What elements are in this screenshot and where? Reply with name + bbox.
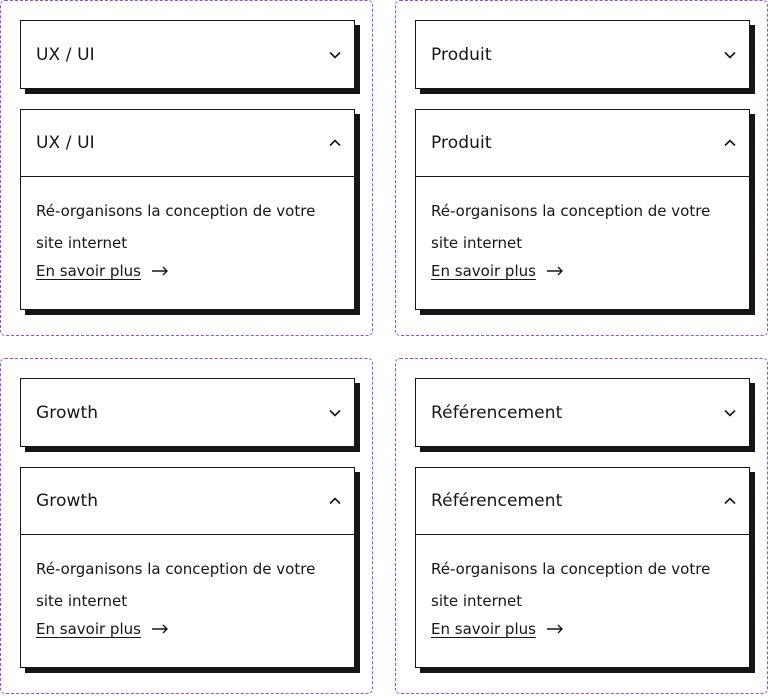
chevron-up-icon <box>329 497 341 505</box>
accordion-variant-group-referencement: Référencement Référencement Ré-organison… <box>395 358 768 694</box>
accordion-closed[interactable]: Référencement <box>415 378 750 447</box>
accordion-closed[interactable]: UX / UI <box>20 20 355 89</box>
accordion-header[interactable]: Produit <box>416 21 749 88</box>
arrow-right-icon <box>151 624 168 634</box>
accordion-header[interactable]: Produit <box>416 110 749 177</box>
accordion-title: Référencement <box>431 402 563 423</box>
chevron-down-icon <box>329 51 341 59</box>
accordion-open: Produit Ré-organisons la conception de v… <box>415 109 750 310</box>
accordion-header[interactable]: Référencement <box>416 379 749 446</box>
accordion-title: Produit <box>431 44 492 65</box>
accordion-header[interactable]: Référencement <box>416 468 749 535</box>
accordion-description: Ré-organisons la conception de votre sit… <box>431 202 711 252</box>
accordion-title: Référencement <box>431 491 563 511</box>
accordion-body: Ré-organisons la conception de votre sit… <box>21 177 354 280</box>
chevron-down-icon <box>724 51 736 59</box>
accordion-body: Ré-organisons la conception de votre sit… <box>416 535 749 638</box>
chevron-up-icon <box>329 139 341 147</box>
chevron-up-icon <box>724 497 736 505</box>
learn-more-label: En savoir plus <box>431 262 536 280</box>
chevron-down-icon <box>329 409 341 417</box>
accordion-header[interactable]: UX / UI <box>21 21 354 88</box>
arrow-right-icon <box>151 266 168 276</box>
arrow-right-icon <box>546 266 563 276</box>
learn-more-label: En savoir plus <box>36 262 141 280</box>
accordion-closed[interactable]: Growth <box>20 378 355 447</box>
accordion-variant-group-growth: Growth Growth Ré-organisons la conceptio… <box>0 358 373 694</box>
chevron-up-icon <box>724 139 736 147</box>
accordion-header[interactable]: Growth <box>21 468 354 535</box>
accordion-description: Ré-organisons la conception de votre sit… <box>431 560 711 610</box>
accordion-title: Produit <box>431 133 492 153</box>
accordion-body: Ré-organisons la conception de votre sit… <box>416 177 749 280</box>
accordion-variant-group-ux-ui: UX / UI UX / UI Ré-organisons la concept… <box>0 0 373 336</box>
accordion-open: Growth Ré-organisons la conception de vo… <box>20 467 355 668</box>
accordion-description: Ré-organisons la conception de votre sit… <box>36 202 316 252</box>
learn-more-link[interactable]: En savoir plus <box>36 262 169 280</box>
accordion-title: Growth <box>36 402 99 423</box>
accordion-open: Référencement Ré-organisons la conceptio… <box>415 467 750 668</box>
accordion-description: Ré-organisons la conception de votre sit… <box>36 560 316 610</box>
accordion-title: UX / UI <box>36 44 95 65</box>
accordion-title: Growth <box>36 491 99 511</box>
accordion-header[interactable]: Growth <box>21 379 354 446</box>
accordion-open: UX / UI Ré-organisons la conception de v… <box>20 109 355 310</box>
accordion-variant-group-produit: Produit Produit Ré-organisons la concept… <box>395 0 768 336</box>
accordion-header[interactable]: UX / UI <box>21 110 354 177</box>
accordion-body: Ré-organisons la conception de votre sit… <box>21 535 354 638</box>
learn-more-link[interactable]: En savoir plus <box>36 620 169 638</box>
learn-more-link[interactable]: En savoir plus <box>431 262 564 280</box>
learn-more-link[interactable]: En savoir plus <box>431 620 564 638</box>
accordion-closed[interactable]: Produit <box>415 20 750 89</box>
chevron-down-icon <box>724 409 736 417</box>
learn-more-label: En savoir plus <box>36 620 141 638</box>
learn-more-label: En savoir plus <box>431 620 536 638</box>
accordion-title: UX / UI <box>36 133 95 153</box>
arrow-right-icon <box>546 624 563 634</box>
